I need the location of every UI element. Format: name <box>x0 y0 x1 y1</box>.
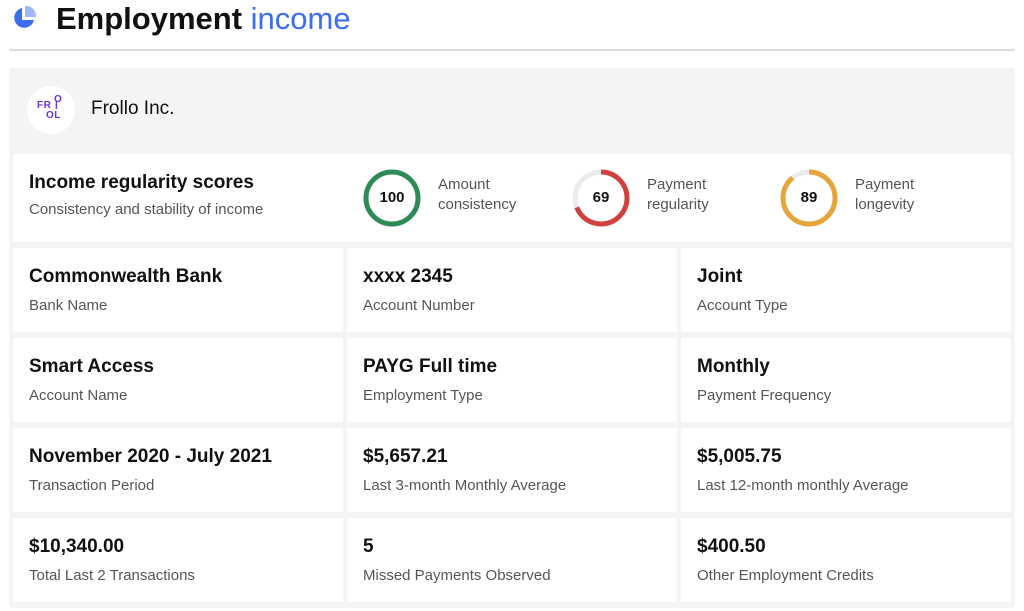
detail-label: Account Name <box>29 387 128 404</box>
scores-title: Income regularity scores <box>29 172 254 193</box>
detail-card-missed-payments: 5 Missed Payments Observed <box>347 518 677 602</box>
pie-chart-icon <box>14 5 37 28</box>
detail-label: Other Employment Credits <box>697 567 874 584</box>
score-value: 89 <box>800 189 818 206</box>
income-regularity-card: Income regularity scores Consistency and… <box>13 154 1011 242</box>
score-label: Payment longevity <box>855 176 915 213</box>
score-value: 69 <box>592 189 610 206</box>
page-title: Employment income <box>56 0 351 38</box>
detail-card-account-name: Smart Access Account Name <box>13 338 343 422</box>
page-title-main: Employment <box>56 1 243 36</box>
detail-label: Total Last 2 Transactions <box>29 567 195 584</box>
detail-card-employment-type: PAYG Full time Employment Type <box>347 338 677 422</box>
detail-label: Bank Name <box>29 297 108 314</box>
score-label: Payment regularity <box>647 176 709 213</box>
detail-label: Last 3-month Monthly Average <box>363 477 567 494</box>
detail-value: $10,340.00 <box>29 536 125 557</box>
detail-label: Account Number <box>363 297 475 314</box>
detail-label: Account Type <box>697 297 788 314</box>
detail-card-account-type: Joint Account Type <box>681 248 1011 332</box>
detail-value: $5,005.75 <box>697 446 782 467</box>
score-value: 100 <box>379 189 405 206</box>
detail-value: xxxx 2345 <box>363 266 453 287</box>
detail-value: Joint <box>697 266 743 287</box>
detail-card-payment-frequency: Monthly Payment Frequency <box>681 338 1011 422</box>
detail-card-transaction-period: November 2020 - July 2021 Transaction Pe… <box>13 428 343 512</box>
detail-card-12-month-average: $5,005.75 Last 12-month monthly Average <box>681 428 1011 512</box>
detail-value: PAYG Full time <box>363 356 498 377</box>
detail-value: November 2020 - July 2021 <box>29 446 272 467</box>
detail-label: Payment Frequency <box>697 387 832 404</box>
detail-value: Commonwealth Bank <box>29 266 223 287</box>
detail-card-other-employment-credits: $400.50 Other Employment Credits <box>681 518 1011 602</box>
detail-value: $5,657.21 <box>363 446 448 467</box>
detail-label: Last 12-month monthly Average <box>697 477 909 494</box>
score-label: Amount consistency <box>438 176 517 213</box>
employer-panel: FR O l OL Frollo Inc. Income regularity … <box>9 68 1015 608</box>
detail-card-total-last-2-transactions: $10,340.00 Total Last 2 Transactions <box>13 518 343 602</box>
detail-label: Transaction Period <box>29 477 155 494</box>
detail-value: Smart Access <box>29 356 154 377</box>
detail-label: Employment Type <box>363 387 483 404</box>
detail-card-bank-name: Commonwealth Bank Bank Name <box>13 248 343 332</box>
detail-card-account-number: xxxx 2345 Account Number <box>347 248 677 332</box>
detail-label: Missed Payments Observed <box>363 567 551 584</box>
detail-value: 5 <box>363 536 374 557</box>
detail-card-3-month-average: $5,657.21 Last 3-month Monthly Average <box>347 428 677 512</box>
frollo-logo: FR O l OL <box>27 86 75 134</box>
detail-value: $400.50 <box>697 536 766 557</box>
header-divider <box>9 49 1015 51</box>
detail-value: Monthly <box>697 356 770 377</box>
page-title-accent: income <box>250 1 351 36</box>
company-name: Frollo Inc. <box>91 98 175 119</box>
scores-subtitle: Consistency and stability of income <box>29 201 264 218</box>
page-header: Employment income <box>0 0 1024 51</box>
